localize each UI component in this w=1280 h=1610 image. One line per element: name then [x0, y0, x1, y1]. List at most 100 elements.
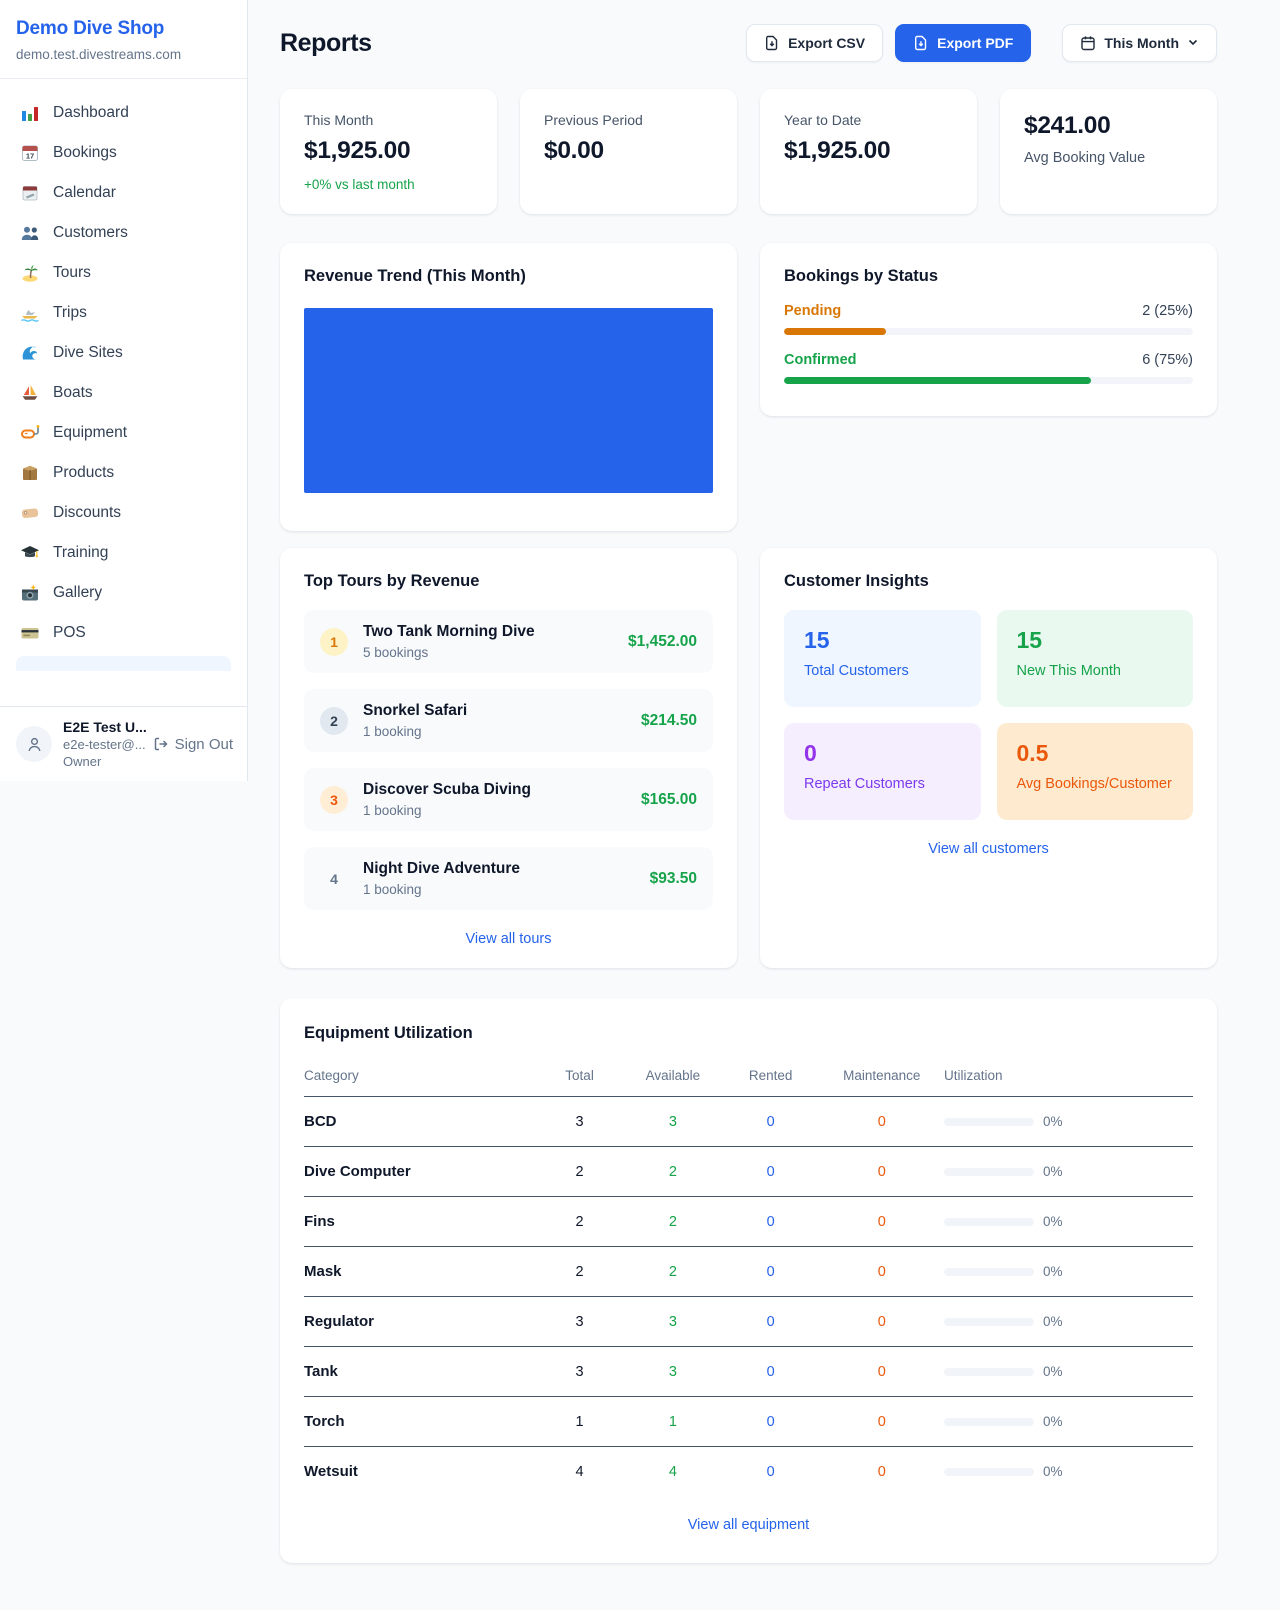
period-dropdown[interactable]: This Month [1062, 24, 1217, 62]
view-all-equipment-link[interactable]: View all equipment [304, 1517, 1193, 1533]
sidebar-item-customers[interactable]: Customers [8, 213, 239, 253]
insight-value: 15 [804, 627, 961, 654]
sign-out-button[interactable]: Sign Out [153, 736, 233, 753]
cell-rented: 0 [722, 1447, 820, 1497]
column-header-total: Total [535, 1058, 624, 1097]
stat-value: $1,925.00 [784, 137, 953, 165]
stat-card-year-to-date: Year to Date $1,925.00 [760, 89, 977, 214]
top-tours-title: Top Tours by Revenue [304, 572, 713, 591]
utilization-bar-track [944, 1368, 1034, 1376]
tour-amount: $93.50 [650, 870, 697, 888]
status-row-pending: Pending 2 (25%) [784, 303, 1193, 335]
column-header-rented: Rented [722, 1058, 820, 1097]
cell-category: Wetsuit [304, 1447, 535, 1497]
user-role: Owner [63, 754, 142, 769]
user-email: e2e-tester@... [63, 737, 142, 752]
top-tours-card: Top Tours by Revenue 1 Two Tank Morning … [280, 548, 737, 968]
tour-amount: $1,452.00 [628, 633, 697, 651]
insight-value: 0 [804, 740, 961, 767]
export-pdf-button[interactable]: Export PDF [895, 24, 1031, 62]
cell-maintenance: 0 [820, 1097, 944, 1147]
sidebar-item-trips[interactable]: Trips [8, 293, 239, 333]
cell-category: BCD [304, 1097, 535, 1147]
tour-bookings: 5 bookings [363, 645, 535, 660]
cell-rented: 0 [722, 1347, 820, 1397]
cell-total: 2 [535, 1147, 624, 1197]
table-row: Torch 1 1 0 0 0% [304, 1397, 1193, 1447]
speedboat-icon [20, 303, 40, 323]
user-meta: E2E Test U... e2e-tester@... Owner [63, 719, 142, 769]
sidebar-item-training[interactable]: Training [8, 533, 239, 573]
utilization-percent: 0% [1043, 1464, 1063, 1479]
camera-icon [20, 583, 40, 603]
utilization-bar-track [944, 1268, 1034, 1276]
sidebar-item-discounts[interactable]: Discounts [8, 493, 239, 533]
sidebar-item-dive-sites[interactable]: Dive Sites [8, 333, 239, 373]
column-header-maintenance: Maintenance [820, 1058, 944, 1097]
sidebar-item-bookings[interactable]: 17 Bookings [8, 133, 239, 173]
view-all-customers-link[interactable]: View all customers [784, 841, 1193, 857]
rank-badge: 4 [320, 865, 348, 893]
rank-badge: 2 [320, 707, 348, 735]
cell-utilization: 0% [944, 1297, 1193, 1347]
user-name: E2E Test U... [63, 719, 142, 735]
rank-badge: 1 [320, 628, 348, 656]
status-label: Confirmed [784, 352, 857, 368]
cell-maintenance: 0 [820, 1397, 944, 1447]
cell-available: 3 [624, 1347, 722, 1397]
cell-total: 4 [535, 1447, 624, 1497]
file-download-icon [913, 35, 929, 51]
cell-available: 3 [624, 1097, 722, 1147]
sidebar-header: Demo Dive Shop demo.test.divestreams.com [0, 0, 247, 79]
utilization-percent: 0% [1043, 1364, 1063, 1379]
cell-total: 1 [535, 1397, 624, 1447]
sidebar-item-active-partial[interactable] [16, 656, 231, 671]
sidebar-item-gallery[interactable]: Gallery [8, 573, 239, 613]
sidebar-item-equipment[interactable]: Equipment [8, 413, 239, 453]
stat-label: This Month [304, 112, 473, 128]
utilization-percent: 0% [1043, 1114, 1063, 1129]
stat-value: $241.00 [1024, 112, 1193, 140]
sidebar-item-label: Bookings [53, 144, 117, 162]
cell-available: 2 [624, 1197, 722, 1247]
page-title: Reports [280, 29, 372, 58]
tour-list: 1 Two Tank Morning Dive 5 bookings $1,45… [304, 610, 713, 910]
tour-list-item: 2 Snorkel Safari 1 booking $214.50 [304, 689, 713, 752]
cell-maintenance: 0 [820, 1247, 944, 1297]
cell-total: 2 [535, 1247, 624, 1297]
sidebar-item-boats[interactable]: Boats [8, 373, 239, 413]
table-row: Mask 2 2 0 0 0% [304, 1247, 1193, 1297]
stat-card-this-month: This Month $1,925.00 +0% vs last month [280, 89, 497, 214]
sidebar-item-products[interactable]: Products [8, 453, 239, 493]
table-row: Regulator 3 3 0 0 0% [304, 1297, 1193, 1347]
sidebar-item-tours[interactable]: Tours [8, 253, 239, 293]
insight-value: 0.5 [1017, 740, 1174, 767]
tour-name: Night Dive Adventure [363, 860, 520, 878]
sidebar-item-calendar[interactable]: Calendar [8, 173, 239, 213]
tour-bookings: 1 booking [363, 882, 520, 897]
export-csv-button[interactable]: Export CSV [746, 24, 883, 62]
cell-maintenance: 0 [820, 1447, 944, 1497]
wave-icon [20, 343, 40, 363]
sidebar-item-pos[interactable]: POS [8, 613, 239, 653]
table-row: Dive Computer 2 2 0 0 0% [304, 1147, 1193, 1197]
sidebar-item-label: POS [53, 624, 86, 642]
view-all-tours-link[interactable]: View all tours [304, 931, 713, 947]
status-bar-fill [784, 328, 886, 335]
table-header-row: Category Total Available Rented Maintena… [304, 1058, 1193, 1097]
cell-rented: 0 [722, 1147, 820, 1197]
sidebar-item-label: Calendar [53, 184, 116, 202]
customer-insights-title: Customer Insights [784, 572, 1193, 591]
credit-card-icon [20, 623, 40, 643]
status-count: 6 (75%) [1142, 352, 1193, 368]
cell-utilization: 0% [944, 1147, 1193, 1197]
revenue-trend-card: Revenue Trend (This Month) [280, 243, 737, 531]
sidebar-item-dashboard[interactable]: Dashboard [8, 93, 239, 133]
insight-total-customers: 15 Total Customers [784, 610, 981, 707]
stat-card-previous-period: Previous Period $0.00 [520, 89, 737, 214]
insight-value: 15 [1017, 627, 1174, 654]
tour-amount: $214.50 [641, 712, 697, 730]
status-row-confirmed: Confirmed 6 (75%) [784, 352, 1193, 384]
cell-available: 1 [624, 1397, 722, 1447]
cell-available: 3 [624, 1297, 722, 1347]
